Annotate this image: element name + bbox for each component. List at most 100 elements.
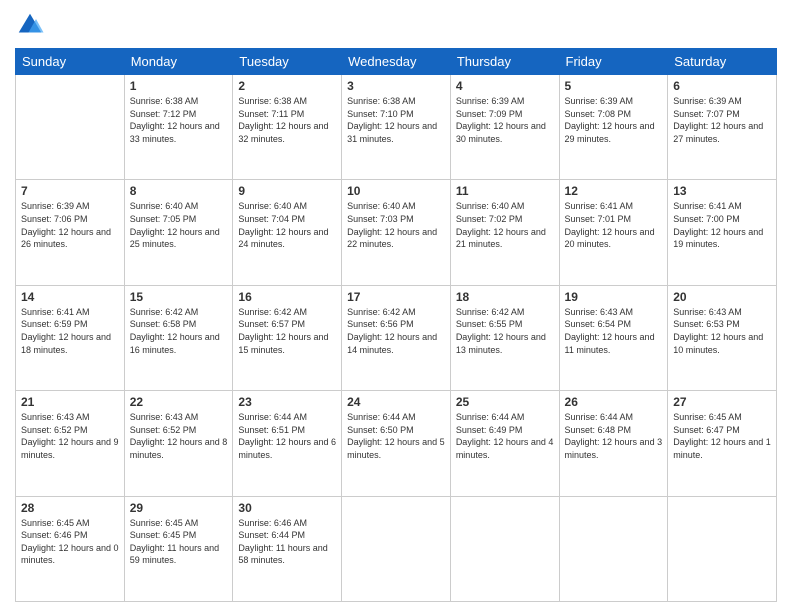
calendar-cell: 12 Sunrise: 6:41 AMSunset: 7:01 PMDayligh… (559, 180, 668, 285)
cell-info: Sunrise: 6:46 AMSunset: 6:44 PMDaylight:… (238, 518, 327, 566)
cell-info: Sunrise: 6:43 AMSunset: 6:52 PMDaylight:… (21, 412, 119, 460)
calendar-cell: 3 Sunrise: 6:38 AMSunset: 7:10 PMDaylight… (342, 75, 451, 180)
calendar-cell: 8Sunrise: 6:40 AMSunset: 7:05 PMDaylight… (124, 180, 233, 285)
calendar-cell (450, 496, 559, 601)
cell-info: Sunrise: 6:40 AMSunset: 7:04 PMDaylight:… (238, 201, 328, 249)
header (15, 10, 777, 40)
weekday-header: Sunday (16, 49, 125, 75)
calendar-cell (668, 496, 777, 601)
page: SundayMondayTuesdayWednesdayThursdayFrid… (0, 0, 792, 612)
day-number: 9 (238, 184, 336, 198)
cell-info: Sunrise: 6:40 AMSunset: 7:05 PMDaylight:… (130, 201, 220, 249)
day-number: 10 (347, 184, 445, 198)
cell-info: Sunrise: 6:42 AMSunset: 6:58 PMDaylight:… (130, 307, 220, 355)
calendar-header-row: SundayMondayTuesdayWednesdayThursdayFrid… (16, 49, 777, 75)
day-number: 18 (456, 290, 554, 304)
day-number: 23 (238, 395, 336, 409)
day-number: 17 (347, 290, 445, 304)
cell-info: Sunrise: 6:38 AMSunset: 7:11 PMDaylight:… (238, 96, 328, 144)
calendar-week-row: 21 Sunrise: 6:43 AMSunset: 6:52 PMDayligh… (16, 391, 777, 496)
calendar-cell: 14 Sunrise: 6:41 AMSunset: 6:59 PMDayligh… (16, 285, 125, 390)
day-number: 12 (565, 184, 663, 198)
calendar-cell: 16 Sunrise: 6:42 AMSunset: 6:57 PMDayligh… (233, 285, 342, 390)
cell-info: Sunrise: 6:40 AMSunset: 7:02 PMDaylight:… (456, 201, 546, 249)
weekday-header: Friday (559, 49, 668, 75)
calendar-cell: 9 Sunrise: 6:40 AMSunset: 7:04 PMDaylight… (233, 180, 342, 285)
cell-info: Sunrise: 6:43 AMSunset: 6:52 PMDaylight:… (130, 412, 228, 460)
day-number: 11 (456, 184, 554, 198)
cell-info: Sunrise: 6:45 AMSunset: 6:47 PMDaylight:… (673, 412, 771, 460)
day-number: 6 (673, 79, 771, 93)
calendar-cell: 21 Sunrise: 6:43 AMSunset: 6:52 PMDayligh… (16, 391, 125, 496)
day-number: 3 (347, 79, 445, 93)
day-number: 29 (130, 501, 228, 515)
calendar-cell: 18 Sunrise: 6:42 AMSunset: 6:55 PMDayligh… (450, 285, 559, 390)
calendar-cell: 11 Sunrise: 6:40 AMSunset: 7:02 PMDayligh… (450, 180, 559, 285)
calendar-cell: 13 Sunrise: 6:41 AMSunset: 7:00 PMDayligh… (668, 180, 777, 285)
calendar-cell: 26 Sunrise: 6:44 AMSunset: 6:48 PMDayligh… (559, 391, 668, 496)
cell-info: Sunrise: 6:40 AMSunset: 7:03 PMDaylight:… (347, 201, 437, 249)
calendar-cell: 7 Sunrise: 6:39 AMSunset: 7:06 PMDaylight… (16, 180, 125, 285)
cell-info: Sunrise: 6:44 AMSunset: 6:51 PMDaylight:… (238, 412, 336, 460)
calendar-cell: 15 Sunrise: 6:42 AMSunset: 6:58 PMDayligh… (124, 285, 233, 390)
cell-info: Sunrise: 6:38 AMSunset: 7:12 PMDaylight:… (130, 96, 220, 144)
day-number: 15 (130, 290, 228, 304)
calendar-table: SundayMondayTuesdayWednesdayThursdayFrid… (15, 48, 777, 602)
cell-info: Sunrise: 6:45 AMSunset: 6:45 PMDaylight:… (130, 518, 219, 566)
day-number: 25 (456, 395, 554, 409)
logo (15, 10, 49, 40)
day-number: 14 (21, 290, 119, 304)
calendar-cell: 4Sunrise: 6:39 AMSunset: 7:09 PMDaylight… (450, 75, 559, 180)
calendar-cell: 20Sunrise: 6:43 AMSunset: 6:53 PMDayligh… (668, 285, 777, 390)
calendar-cell: 24 Sunrise: 6:44 AMSunset: 6:50 PMDayligh… (342, 391, 451, 496)
cell-info: Sunrise: 6:42 AMSunset: 6:55 PMDaylight:… (456, 307, 546, 355)
cell-info: Sunrise: 6:44 AMSunset: 6:48 PMDaylight:… (565, 412, 663, 460)
cell-info: Sunrise: 6:41 AMSunset: 6:59 PMDaylight:… (21, 307, 111, 355)
calendar-week-row: 28 Sunrise: 6:45 AMSunset: 6:46 PMDayligh… (16, 496, 777, 601)
cell-info: Sunrise: 6:38 AMSunset: 7:10 PMDaylight:… (347, 96, 437, 144)
calendar-cell (559, 496, 668, 601)
calendar-week-row: 1 Sunrise: 6:38 AMSunset: 7:12 PMDaylight… (16, 75, 777, 180)
calendar-cell: 25Sunrise: 6:44 AMSunset: 6:49 PMDayligh… (450, 391, 559, 496)
day-number: 30 (238, 501, 336, 515)
cell-info: Sunrise: 6:42 AMSunset: 6:57 PMDaylight:… (238, 307, 328, 355)
calendar-cell: 1 Sunrise: 6:38 AMSunset: 7:12 PMDaylight… (124, 75, 233, 180)
logo-icon (15, 10, 45, 40)
weekday-header: Monday (124, 49, 233, 75)
calendar-cell (16, 75, 125, 180)
cell-info: Sunrise: 6:43 AMSunset: 6:54 PMDaylight:… (565, 307, 655, 355)
day-number: 22 (130, 395, 228, 409)
cell-info: Sunrise: 6:39 AMSunset: 7:07 PMDaylight:… (673, 96, 763, 144)
weekday-header: Thursday (450, 49, 559, 75)
calendar-cell: 29 Sunrise: 6:45 AMSunset: 6:45 PMDayligh… (124, 496, 233, 601)
day-number: 5 (565, 79, 663, 93)
day-number: 7 (21, 184, 119, 198)
cell-info: Sunrise: 6:44 AMSunset: 6:50 PMDaylight:… (347, 412, 445, 460)
cell-info: Sunrise: 6:42 AMSunset: 6:56 PMDaylight:… (347, 307, 437, 355)
calendar-cell (342, 496, 451, 601)
day-number: 28 (21, 501, 119, 515)
day-number: 27 (673, 395, 771, 409)
cell-info: Sunrise: 6:41 AMSunset: 7:01 PMDaylight:… (565, 201, 655, 249)
day-number: 1 (130, 79, 228, 93)
cell-info: Sunrise: 6:41 AMSunset: 7:00 PMDaylight:… (673, 201, 763, 249)
calendar-cell: 22 Sunrise: 6:43 AMSunset: 6:52 PMDayligh… (124, 391, 233, 496)
day-number: 21 (21, 395, 119, 409)
calendar-cell: 23 Sunrise: 6:44 AMSunset: 6:51 PMDayligh… (233, 391, 342, 496)
weekday-header: Wednesday (342, 49, 451, 75)
cell-info: Sunrise: 6:39 AMSunset: 7:09 PMDaylight:… (456, 96, 546, 144)
day-number: 13 (673, 184, 771, 198)
weekday-header: Saturday (668, 49, 777, 75)
day-number: 20 (673, 290, 771, 304)
weekday-header: Tuesday (233, 49, 342, 75)
cell-info: Sunrise: 6:45 AMSunset: 6:46 PMDaylight:… (21, 518, 119, 566)
calendar-cell: 5Sunrise: 6:39 AMSunset: 7:08 PMDaylight… (559, 75, 668, 180)
calendar-week-row: 14 Sunrise: 6:41 AMSunset: 6:59 PMDayligh… (16, 285, 777, 390)
calendar-cell: 19Sunrise: 6:43 AMSunset: 6:54 PMDayligh… (559, 285, 668, 390)
cell-info: Sunrise: 6:39 AMSunset: 7:06 PMDaylight:… (21, 201, 111, 249)
day-number: 24 (347, 395, 445, 409)
day-number: 16 (238, 290, 336, 304)
calendar-cell: 6 Sunrise: 6:39 AMSunset: 7:07 PMDaylight… (668, 75, 777, 180)
calendar-cell: 30 Sunrise: 6:46 AMSunset: 6:44 PMDayligh… (233, 496, 342, 601)
day-number: 26 (565, 395, 663, 409)
